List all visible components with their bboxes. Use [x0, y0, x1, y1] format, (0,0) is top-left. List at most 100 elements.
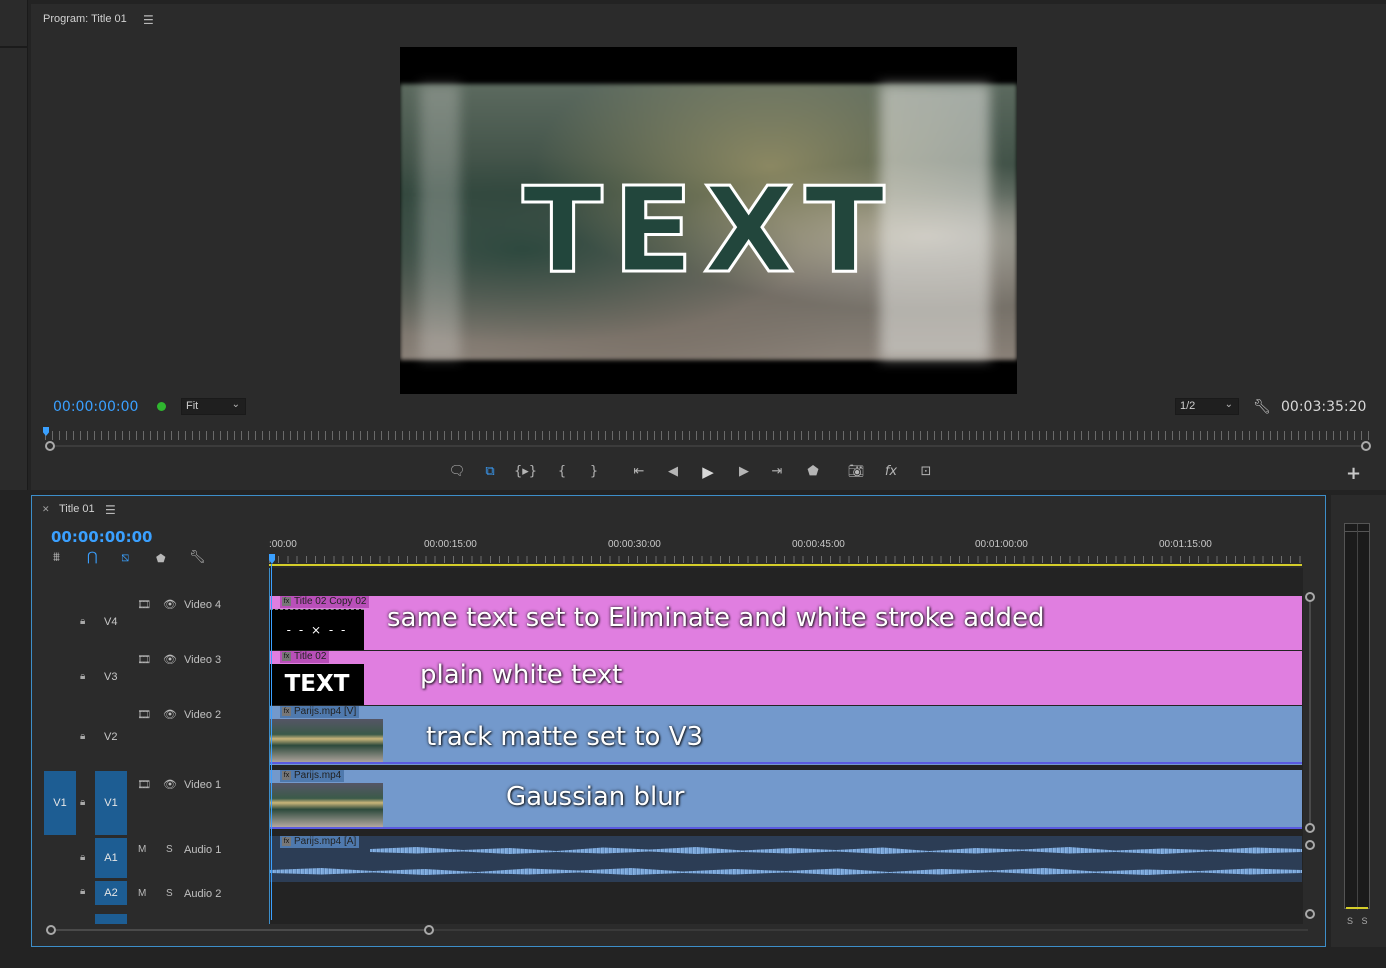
timeline-panel: ✕ Title 01 ☰ 00:00:00:00 ⩩ ⋂ ⧅ ⬟ 🔧︎ :00:…	[31, 495, 1326, 947]
clip-parijs[interactable]: fx Parijs.mp4 Gaussian blur	[270, 770, 1302, 829]
eye-icon[interactable]: 👁︎	[163, 708, 177, 721]
source-patch-v1[interactable]: V1	[44, 771, 76, 835]
time-ruler[interactable]: :00:00 00:00:15:00 00:00:30:00 00:00:45:…	[269, 534, 1304, 566]
ruler-label: 00:00:15:00	[424, 539, 477, 550]
toggle-sync-lock-icon[interactable]: 🎞︎	[137, 708, 151, 721]
audio-meter-panel: S S	[1331, 495, 1386, 947]
ruler-label: 00:01:00:00	[975, 539, 1028, 550]
horizontal-zoom-scrollbar[interactable]	[46, 924, 1316, 936]
play-icon[interactable]: ▶︎	[697, 462, 719, 482]
annotation-text: same text set to Eliminate and white str…	[387, 603, 1045, 633]
track-headers: 🎞︎ 👁︎ Video 4 🔒︎ V4 🎞︎ 👁︎ Video 3 🔒︎ V3	[32, 568, 268, 924]
track-name: Audio 1	[184, 844, 222, 856]
toggle-sync-lock-icon[interactable]: 🎞︎	[137, 653, 151, 666]
track-name: Video 2	[184, 709, 222, 721]
chevron-down-icon: ⌄	[231, 399, 240, 410]
zoom-handle-right[interactable]	[424, 925, 434, 935]
eye-icon[interactable]: 👁︎	[163, 653, 177, 666]
step-forward-icon[interactable]: ▶︎	[733, 462, 755, 482]
track-header-v2: 🎞︎ 👁︎ Video 2 🔒︎ V2	[32, 706, 268, 766]
solo-button[interactable]: S	[166, 888, 173, 899]
lock-icon[interactable]: 🔒︎	[80, 886, 85, 897]
scroll-handle-right[interactable]	[1361, 441, 1371, 451]
mark-in-icon[interactable]: {	[551, 462, 573, 482]
step-back-icon[interactable]: ◀︎	[662, 462, 684, 482]
program-zoom-scrollbar[interactable]	[45, 441, 1371, 451]
timeline-timecode[interactable]: 00:00:00:00	[51, 528, 153, 546]
ruler-label: 00:00:45:00	[792, 539, 845, 550]
export-frame-icon[interactable]: 📷︎	[845, 462, 867, 482]
target-track-a1[interactable]: A1	[95, 838, 127, 878]
timeline-tab[interactable]: Title 01	[59, 503, 95, 515]
clip-thumbnail: TEXT	[270, 664, 364, 705]
fx-badge-icon: fx	[282, 837, 291, 846]
meter-solo-buttons[interactable]: S S	[1347, 916, 1371, 926]
annotation-text: plain white text	[420, 660, 623, 690]
lock-icon[interactable]: 🔒︎	[80, 797, 85, 808]
work-area-bar[interactable]	[269, 564, 1302, 566]
audio-scroll-handle-bottom[interactable]	[1305, 909, 1315, 919]
zoom-handle-left[interactable]	[46, 925, 56, 935]
track-id: V4	[104, 616, 118, 628]
add-marker-icon[interactable]: ⬟	[156, 552, 166, 565]
eye-icon[interactable]: 👁︎	[163, 778, 177, 791]
playhead-line	[271, 564, 272, 920]
clip-parijs-audio[interactable]: fx Parijs.mp4 [A]	[270, 836, 1302, 882]
clip-name: fx Title 02 Copy 02	[280, 596, 370, 608]
annotation-text: track matte set to V3	[426, 722, 704, 752]
fx-badge-icon: fx	[282, 597, 291, 606]
duration-timecode: 00:03:35:20	[1281, 399, 1367, 415]
lock-icon[interactable]: 🔒︎	[80, 852, 85, 863]
scroll-handle-left[interactable]	[45, 441, 55, 451]
trim-icon[interactable]: {▸}	[514, 462, 537, 482]
go-to-in-icon[interactable]: ⇤	[628, 462, 650, 482]
clip-thumbnail	[270, 783, 383, 827]
lock-icon[interactable]: 🔒︎	[80, 616, 85, 627]
go-to-out-icon[interactable]: ⇥	[766, 462, 788, 482]
annotation-text: Gaussian blur	[506, 782, 685, 812]
nest-insert-icon[interactable]: ⩩	[53, 550, 60, 565]
toggle-sync-lock-icon[interactable]: 🎞︎	[137, 598, 151, 611]
in-out-icon[interactable]: ⧉	[479, 462, 501, 482]
program-monitor: Program: Title 01 ☰ TEXT 00:00:00:00 Fit…	[31, 4, 1386, 490]
add-button-icon[interactable]: +	[1346, 463, 1361, 484]
clip-thumbnail	[270, 719, 383, 763]
clip-title-02-copy-02[interactable]: fx Title 02 Copy 02 - - ⨯ - - same text s…	[270, 596, 1302, 650]
linked-selection-icon[interactable]: ⧅	[121, 550, 129, 565]
playhead-timecode[interactable]: 00:00:00:00	[53, 399, 138, 415]
video-preview[interactable]: TEXT	[400, 47, 1017, 394]
program-monitor-title[interactable]: Program: Title 01	[43, 13, 127, 25]
panel-menu-icon[interactable]: ☰	[105, 504, 116, 516]
timeline-settings-wrench-icon[interactable]: 🔧︎	[189, 550, 206, 565]
panel-menu-icon[interactable]: ☰	[143, 14, 154, 26]
track-header-a1: A1 🔒︎ M S Audio 1	[32, 838, 268, 878]
settings-wrench-icon[interactable]: 🔧︎	[1253, 399, 1271, 415]
fx-badge-icon: fx	[282, 707, 291, 716]
program-time-ruler[interactable]	[45, 431, 1371, 440]
target-track-v1[interactable]: V1	[95, 771, 127, 835]
mute-button[interactable]: M	[138, 844, 146, 855]
fx-icon[interactable]: fx	[880, 462, 902, 482]
scroll-handle-top[interactable]	[1305, 592, 1315, 602]
solo-button[interactable]: S	[166, 844, 173, 855]
vertical-scrollbar[interactable]	[1304, 568, 1316, 924]
snap-magnet-icon[interactable]: ⋂	[87, 550, 98, 565]
close-tab-icon[interactable]: ✕	[42, 505, 50, 515]
mute-button[interactable]: M	[138, 888, 146, 899]
scroll-handle-bottom[interactable]	[1305, 823, 1315, 833]
marker-icon[interactable]: 🗨︎	[446, 462, 468, 482]
lock-icon[interactable]: 🔒︎	[80, 731, 85, 742]
playback-resolution-select[interactable]: 1/2 ⌄	[1175, 398, 1239, 415]
clip-title-02[interactable]: fx Title 02 TEXT plain white text	[270, 651, 1302, 705]
zoom-level-select[interactable]: Fit ⌄	[181, 398, 246, 415]
audio-scroll-handle-top[interactable]	[1305, 840, 1315, 850]
comparison-view-icon[interactable]: ⊡	[915, 462, 937, 482]
clip-parijs-video[interactable]: fx Parijs.mp4 [V] track matte set to V3	[270, 706, 1302, 765]
lock-icon[interactable]: 🔒︎	[80, 671, 85, 682]
lift-icon[interactable]: ⬟	[802, 462, 824, 482]
target-track-a2[interactable]: A2	[95, 881, 127, 905]
mark-out-icon[interactable]: }	[583, 462, 605, 482]
audio-waveform-left	[370, 847, 1302, 854]
toggle-sync-lock-icon[interactable]: 🎞︎	[137, 778, 151, 791]
eye-icon[interactable]: 👁︎	[163, 598, 177, 611]
